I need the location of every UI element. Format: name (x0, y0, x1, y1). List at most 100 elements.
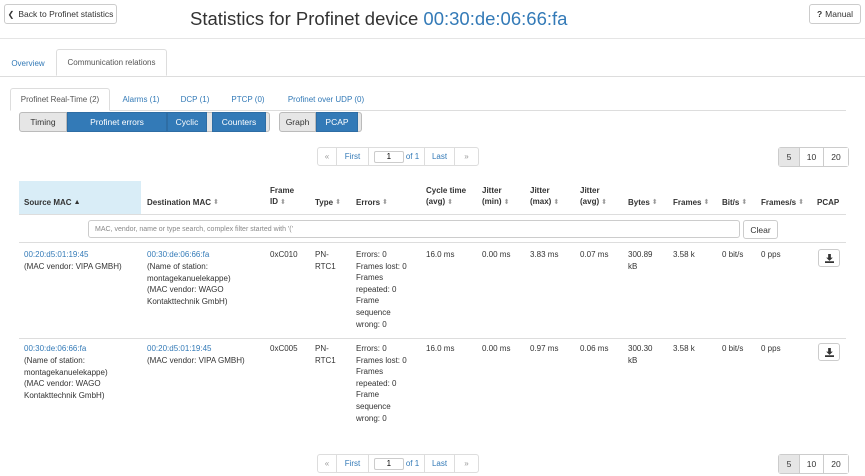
col-header-cycle-time[interactable]: Cycle time (avg) ⬍ (426, 181, 480, 214)
toggle-cyclic[interactable]: Cyclic (167, 112, 207, 132)
error-line: sequence (356, 401, 391, 411)
error-line: Frame (356, 296, 380, 306)
filter-input[interactable]: MAC, vendor, name or type search, comple… (88, 220, 740, 238)
col-header-bits[interactable]: Bit/s ⬍ (722, 181, 758, 214)
row2-type: PN- RTC1 (315, 343, 336, 366)
row1-dst-mac[interactable]: 00:30:de:06:66:fa (147, 249, 209, 261)
page-of-label: of 1 (405, 459, 420, 468)
col-header-frames[interactable]: Frames ⬍ (673, 181, 719, 214)
page-number-input[interactable] (373, 457, 404, 470)
col-header-frame-id[interactable]: Frame ID ⬍ (270, 181, 312, 214)
pager-page-box: of 1 (369, 148, 425, 165)
col-header-label: Bit/s (722, 198, 740, 207)
row2-jitter-min: 0.00 ms (482, 344, 511, 353)
back-button[interactable]: ❮ Back to Profinet statistics (4, 4, 117, 24)
page-size-5[interactable]: 5 (779, 455, 800, 473)
row2-src-mac[interactable]: 00:30:de:06:66:fa (24, 343, 86, 355)
type-line: PN- (315, 344, 329, 353)
col-header-label: (max) (530, 197, 552, 206)
sort-icon: ⬍ (503, 199, 510, 206)
row2-pcap-download-button[interactable] (818, 343, 840, 361)
manual-button-label: Manual (825, 9, 854, 19)
col-header-type[interactable]: Type ⬍ (315, 181, 353, 214)
subtab-dcp[interactable]: DCP (1) (172, 88, 218, 110)
page-of-label: of 1 (405, 152, 420, 161)
pager-next-button[interactable]: » (455, 148, 478, 165)
header-divider (0, 38, 865, 39)
col-header-destination-mac[interactable]: Destination MAC ⬍ (147, 181, 267, 214)
back-button-label: Back to Profinet statistics (18, 9, 114, 19)
tab-overview[interactable]: Overview (4, 50, 52, 76)
col-header-bytes[interactable]: Bytes ⬍ (628, 181, 670, 214)
pager-last-button[interactable]: Last (425, 455, 455, 472)
col-header-label: Destination MAC (147, 198, 211, 207)
pagination-bottom: « First of 1 Last » (317, 454, 479, 473)
page-title-mac: 00:30:de:06:66:fa (423, 8, 568, 29)
toggle-profinet-errors[interactable]: Profinet errors (67, 112, 167, 132)
pager-next-button[interactable]: » (455, 455, 478, 472)
subtab-alarms[interactable]: Alarms (1) (114, 88, 168, 110)
row1-src-mac[interactable]: 00:20:d5:01:19:45 (24, 249, 89, 261)
col-header-label: Jitter (482, 186, 502, 195)
row2-frames: 3.58 k (673, 344, 695, 353)
subtabs-baseline (10, 110, 846, 111)
error-line: Frames lost: 0 (356, 261, 407, 271)
page-size-20[interactable]: 20 (824, 148, 848, 166)
pager-prev-button[interactable]: « (318, 455, 337, 472)
page-size-group-bottom: 5 10 20 (778, 454, 849, 474)
row2-dst-mac[interactable]: 00:20:d5:01:19:45 (147, 343, 212, 355)
col-header-jitter-max[interactable]: Jitter (max) ⬍ (530, 181, 576, 214)
toggle-timing[interactable]: Timing (19, 112, 67, 132)
error-line: wrong: 0 (356, 319, 387, 329)
info-line: (MAC vendor: VIPA GMBH) (147, 356, 245, 365)
sort-icon: ⬍ (382, 199, 388, 206)
col-header-jitter-min[interactable]: Jitter (min) ⬍ (482, 181, 526, 214)
error-line: Errors: 0 (356, 250, 387, 259)
row1-bits: 0 bit/s (722, 250, 744, 259)
pager-prev-button[interactable]: « (318, 148, 337, 165)
col-header-label: PCAP (817, 198, 840, 207)
col-header-label: Source MAC (24, 198, 72, 207)
row1-pcap-download-button[interactable] (818, 249, 840, 267)
row1-jitter-min: 0.00 ms (482, 250, 511, 259)
page-size-10[interactable]: 10 (800, 455, 824, 473)
row2-bits: 0 bit/s (722, 344, 744, 353)
pager-last-button[interactable]: Last (425, 148, 455, 165)
toggle-group-end (266, 112, 270, 132)
clear-filter-button[interactable]: Clear (743, 220, 778, 239)
col-header-label: Frames (673, 198, 702, 207)
subtab-profinet-real-time[interactable]: Profinet Real-Time (2) (10, 88, 110, 111)
info-line: montagekanuelekappe) (147, 273, 231, 283)
pager-first-button[interactable]: First (337, 455, 369, 472)
pager-first-button[interactable]: First (337, 148, 369, 165)
toggle-graph[interactable]: Graph (279, 112, 316, 132)
col-header-label: Jitter (530, 186, 550, 195)
subtab-ptcp[interactable]: PTCP (0) (222, 88, 274, 110)
col-header-source-mac[interactable]: Source MAC ▲ (19, 181, 141, 214)
tab-communication-relations[interactable]: Communication relations (56, 49, 167, 76)
row1-fps: 0 pps (761, 250, 781, 259)
page-size-group-top: 5 10 20 (778, 147, 849, 167)
col-header-jitter-avg[interactable]: Jitter (avg) ⬍ (580, 181, 624, 214)
col-header-errors[interactable]: Errors ⬍ (356, 181, 422, 214)
toggle-group-end (358, 112, 362, 132)
manual-button[interactable]: ? Manual (809, 4, 861, 24)
col-header-pcap: PCAP (817, 181, 847, 214)
col-header-label: Type (315, 198, 334, 207)
bytes-line: 300.30 (628, 344, 653, 353)
toggle-counters[interactable]: Counters (212, 112, 266, 132)
error-line: repeated: 0 (356, 378, 397, 388)
col-header-label: Cycle time (426, 186, 467, 195)
page-number-input[interactable] (373, 150, 404, 163)
info-line: (Name of station: (147, 262, 208, 271)
page-size-20[interactable]: 20 (824, 455, 848, 473)
toggle-pcap[interactable]: PCAP (316, 112, 358, 132)
page-title-text: Statistics for Profinet device (190, 8, 419, 29)
page-size-10[interactable]: 10 (800, 148, 824, 166)
col-header-frames-per-sec[interactable]: Frames/s ⬍ (761, 181, 811, 214)
page-size-5[interactable]: 5 (779, 148, 800, 166)
subtab-profinet-over-udp[interactable]: Profinet over UDP (0) (278, 88, 374, 110)
bytes-line: kB (628, 261, 638, 271)
info-line: (Name of station: (24, 356, 85, 365)
sort-icon: ⬍ (703, 199, 710, 206)
